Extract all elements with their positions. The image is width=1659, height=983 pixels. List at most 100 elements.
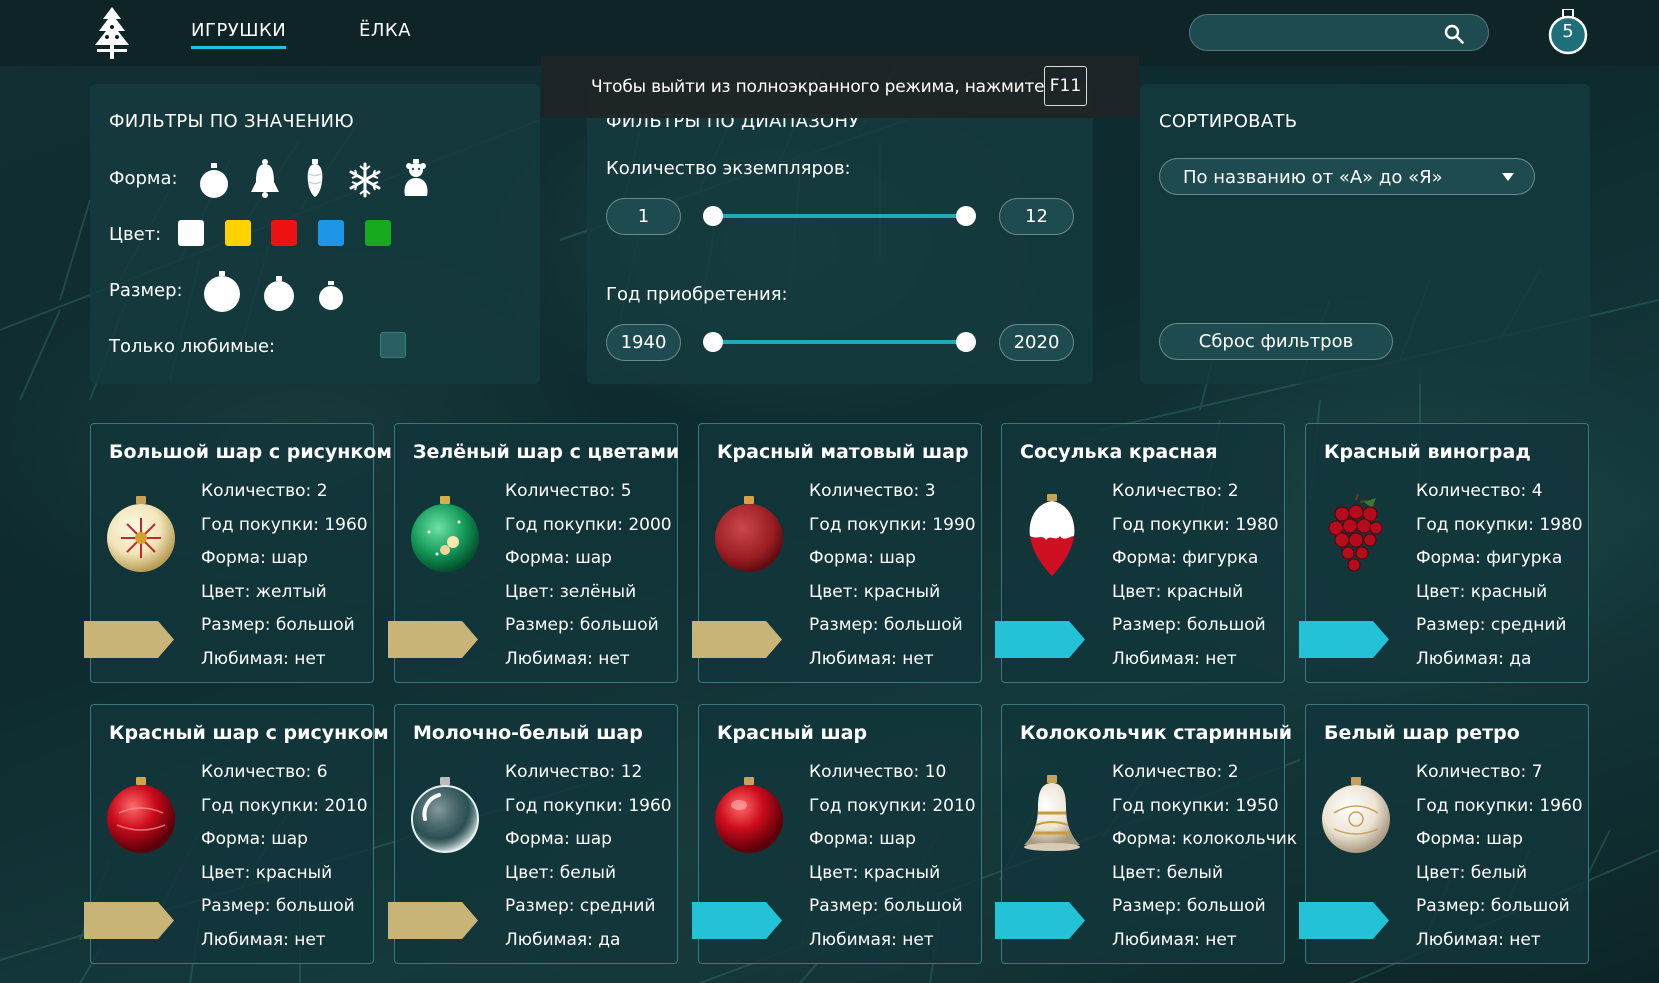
yellow-ball-image [107,496,175,572]
toy-year: Год покупки: 1980 [1112,514,1279,535]
year-min-thumb[interactable] [703,332,723,352]
toy-ribbon-tag[interactable] [84,902,174,939]
cone-icon[interactable] [298,158,332,198]
year-max-value: 2020 [999,324,1074,361]
toy-shape: Форма: шар [201,548,308,568]
clear-ball-image [411,777,479,853]
snowflake-icon[interactable] [348,160,382,200]
toy-card-info: Количество: 10 Год покупки: 2010 Форма: ша… [809,761,976,962]
toy-ribbon-tag[interactable] [1299,621,1389,658]
christmas-tree-logo-icon[interactable] [89,5,135,61]
range-filters-panel: ФИЛЬТРЫ ПО ДИАПАЗОНУ Количество экземпля… [587,84,1093,384]
toy-ribbon-tag[interactable] [388,621,478,658]
toy-card-title: Зелёный шар с цветами [413,441,680,463]
count-slider-track[interactable] [713,214,966,218]
color-yellow-swatch[interactable] [225,220,251,246]
toy-ribbon-tag[interactable] [388,902,478,939]
toy-favorite: Любимая: нет [201,929,326,950]
year-slider-track[interactable] [713,340,966,344]
toy-card[interactable]: Красный шар с рисунком Количество: 6 Год п… [84,704,389,964]
toy-shape: Форма: шар [201,829,308,849]
toy-card-title: Красный шар с рисунком [109,722,389,744]
color-green-swatch[interactable] [365,220,391,246]
toy-card-info: Количество: 3 Год покупки: 1990 Форма: шар… [809,480,976,681]
toy-favorite: Любимая: нет [1112,648,1237,669]
toy-year: Год покупки: 2010 [201,795,368,816]
toy-card[interactable]: Большой шар с рисунком Количество: 2 Год п… [84,423,392,683]
selected-toys-counter[interactable]: 5 [1548,8,1588,55]
toy-ribbon-tag[interactable] [995,621,1085,658]
year-max-thumb[interactable] [956,332,976,352]
toy-card-title: Красный виноград [1324,441,1531,463]
toy-favorite: Любимая: нет [505,648,630,669]
size-label: Размер: [109,280,183,301]
toy-card[interactable]: Красный виноград Количество: 4 Год покупки… [1299,423,1589,683]
red-ball-image [715,777,783,853]
fullscreen-notice: Чтобы выйти из полноэкранного режима, на… [541,56,1139,118]
toy-shape: Форма: шар [505,548,612,568]
bell-icon[interactable] [248,158,282,198]
toy-size: Размер: большой [201,615,355,635]
favorite-label: Только любимые: [109,336,276,357]
white-bell-image [1024,775,1080,851]
search-input[interactable] [1204,21,1434,45]
toy-card-title: Молочно-белый шар [413,722,643,744]
year-range-label: Год приобретения: [606,284,788,305]
toy-card[interactable]: Красный шар Количество: 10 Год покупки: 20… [692,704,982,964]
medium-ball-icon[interactable] [263,274,295,312]
toy-card[interactable]: Зелёный шар с цветами Количество: 5 Год по… [388,423,680,683]
toy-year: Год покупки: 1980 [1416,514,1583,535]
nav-toys[interactable]: ИГРУШКИ [191,20,287,49]
toy-ribbon-tag[interactable] [692,902,782,939]
toy-size: Размер: средний [505,896,656,916]
toy-ribbon-tag[interactable] [84,621,174,658]
toy-color: Цвет: красный [809,581,941,602]
color-label: Цвет: [109,224,162,245]
toy-size: Размер: большой [1416,896,1570,916]
red-pattern-ball-image [107,777,175,853]
toy-color: Цвет: желтый [201,581,327,602]
toy-shape: Форма: фигурка [1112,548,1259,568]
count-min-thumb[interactable] [703,206,723,226]
toy-favorite: Любимая: нет [809,929,934,950]
count-min-value: 1 [606,198,681,235]
nav-tree[interactable]: ЁЛКА [359,20,411,41]
toy-card-info: Количество: 12 Год покупки: 1960 Форма: ша… [505,761,672,962]
toy-year: Год покупки: 1990 [809,514,976,535]
toy-card[interactable]: Сосулька красная Количество: 2 Год покупки… [995,423,1285,683]
count-max-thumb[interactable] [956,206,976,226]
toy-card[interactable]: Колокольчик старинный Количество: 2 Год по… [995,704,1297,964]
toy-card[interactable]: Красный матовый шар Количество: 3 Год поку… [692,423,982,683]
matte-red-ball-image [715,496,783,572]
green-ball-image [411,496,479,572]
red-grapes-image [1328,493,1383,572]
toy-favorite: Любимая: нет [809,648,934,669]
toy-card-info: Количество: 6 Год покупки: 2010 Форма: шар… [201,761,368,962]
toy-year: Год покупки: 1960 [201,514,368,535]
toy-count: Количество: 2 [1112,481,1239,501]
toy-ribbon-tag[interactable] [995,902,1085,939]
toy-card[interactable]: Молочно-белый шар Количество: 12 Год покуп… [388,704,678,964]
toy-card[interactable]: Белый шар ретро Количество: 7 Год покупки:… [1299,704,1589,964]
large-ball-icon[interactable] [203,269,241,313]
sort-selected-value: По названию от «А» до «Я» [1183,167,1443,188]
color-white-swatch[interactable] [178,220,204,246]
toy-ribbon-tag[interactable] [692,621,782,658]
toy-ribbon-tag[interactable] [1299,902,1389,939]
small-ball-icon[interactable] [318,279,344,311]
sort-select[interactable]: По названию от «А» до «Я» [1159,158,1535,195]
favorite-checkbox[interactable] [380,332,406,358]
toy-card-title: Сосулька красная [1020,441,1218,463]
toy-size: Размер: большой [1112,896,1266,916]
toy-shape: Форма: шар [809,829,916,849]
color-red-swatch[interactable] [271,220,297,246]
figurine-icon[interactable] [399,158,433,198]
ball-icon[interactable] [197,160,231,200]
color-blue-swatch[interactable] [318,220,344,246]
reset-filters-button[interactable]: Сброс фильтров [1159,323,1393,360]
toy-size: Размер: большой [809,615,963,635]
search-icon[interactable] [1444,24,1464,44]
toy-color: Цвет: белый [505,862,616,883]
toy-favorite: Любимая: да [505,929,621,950]
toy-year: Год покупки: 1960 [505,795,672,816]
